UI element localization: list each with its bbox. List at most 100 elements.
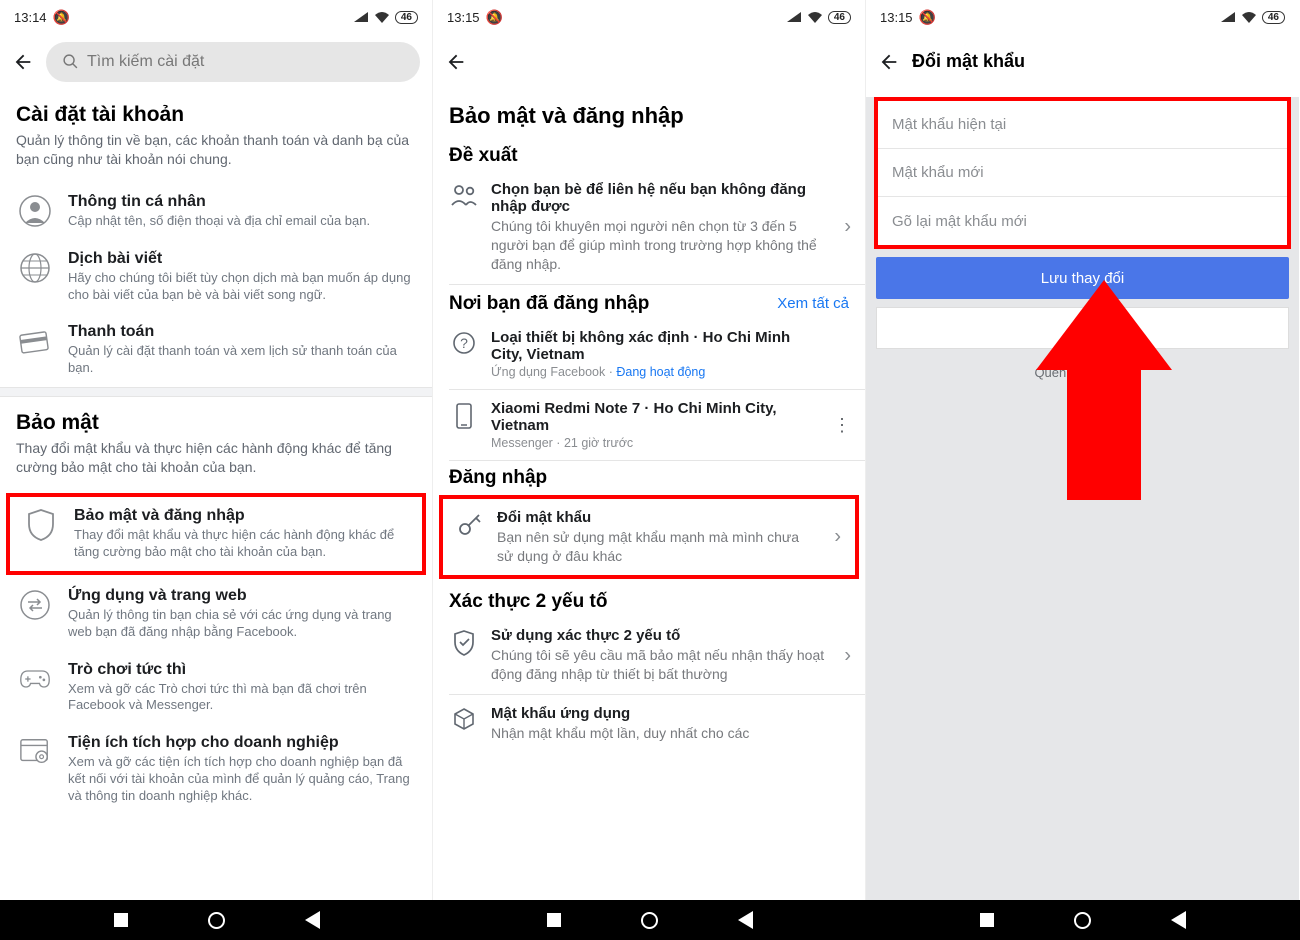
nav-recent-icon[interactable] <box>980 913 994 927</box>
signal-icon <box>1220 11 1236 23</box>
back-button[interactable] <box>878 51 900 73</box>
globe-icon <box>19 252 51 284</box>
section-title: Bảo mật <box>16 411 416 435</box>
item-translate[interactable]: Dịch bài viết Hãy cho chúng tôi biết tùy… <box>0 240 432 314</box>
status-bar: 13:14 🔕 46 <box>0 0 432 34</box>
person-icon <box>19 195 51 227</box>
item-instant-games[interactable]: Trò chơi tức thì Xem và gỡ các Trò chơi … <box>0 651 432 725</box>
svg-text:?: ? <box>460 335 468 351</box>
nav-back-icon[interactable] <box>738 911 753 929</box>
input-placeholder: Mật khẩu mới <box>892 164 984 181</box>
chevron-right-icon: › <box>844 216 851 239</box>
nav-recent-icon[interactable] <box>114 913 128 927</box>
back-button[interactable] <box>445 51 467 73</box>
search-placeholder: Tìm kiếm cài đặt <box>87 53 204 71</box>
see-all-link[interactable]: Xem tất cả <box>777 295 849 312</box>
cube-icon <box>449 705 479 731</box>
item-desc: Quản lý cài đặt thanh toán và xem lịch s… <box>68 343 416 377</box>
battery-indicator: 46 <box>1262 11 1285 24</box>
item-change-password[interactable]: Đổi mật khẩu Bạn nên sử dụng mật khẩu mạ… <box>443 499 855 576</box>
item-title: Ứng dụng và trang web <box>68 587 416 605</box>
more-options-icon[interactable]: ⋮ <box>833 422 851 428</box>
item-choose-friends[interactable]: Chọn bạn bè để liên hệ nếu bạn không đăn… <box>433 171 865 284</box>
search-settings[interactable]: Tìm kiếm cài đặt <box>46 42 420 82</box>
highlight-change-password: Đổi mật khẩu Bạn nên sử dụng mật khẩu mạ… <box>439 495 859 580</box>
nav-home-icon[interactable] <box>1074 912 1091 929</box>
item-title: Thanh toán <box>68 323 416 341</box>
item-title: Thông tin cá nhân <box>68 193 416 211</box>
item-desc: Nhận mật khẩu một lần, duy nhất cho các <box>491 724 825 743</box>
item-desc: Xem và gỡ các Trò chơi tức thì mà bạn đã… <box>68 681 416 715</box>
current-password-input[interactable]: Mật khẩu hiện tại <box>878 101 1287 149</box>
friends-icon <box>449 181 479 207</box>
chevron-right-icon: › <box>844 644 851 667</box>
nav-back-icon[interactable] <box>1171 911 1186 929</box>
device-xiaomi[interactable]: Xiaomi Redmi Note 7 · Ho Chi Minh City, … <box>433 390 865 460</box>
item-title: Tiện ích tích hợp cho doanh nghiệp <box>68 734 416 752</box>
swap-icon <box>19 589 51 621</box>
status-time: 13:15 <box>447 10 480 25</box>
status-time: 13:15 <box>880 10 913 25</box>
notification-off-icon: 🔕 <box>486 9 503 26</box>
highlight-security-login: Bảo mật và đăng nhập Thay đổi mật khẩu v… <box>6 493 426 575</box>
item-title: Sử dụng xác thực 2 yếu tố <box>491 627 825 644</box>
android-nav-bar <box>0 900 1300 940</box>
item-use-2fa[interactable]: Sử dụng xác thực 2 yếu tố Chúng tôi sẽ y… <box>433 617 865 694</box>
unknown-device-icon: ? <box>449 329 479 355</box>
section-login-title: Đăng nhập <box>433 461 865 493</box>
item-desc: Cập nhật tên, số điện thoại và địa chỉ e… <box>68 213 416 230</box>
section-devices-title: Nơi bạn đã đăng nhập <box>449 293 649 315</box>
item-business-integrations[interactable]: Tiện ích tích hợp cho doanh nghiệp Xem v… <box>0 724 432 815</box>
retype-password-input[interactable]: Gõ lại mật khẩu mới <box>878 197 1287 245</box>
page-title: Bảo mật và đăng nhập <box>433 89 865 139</box>
battery-indicator: 46 <box>828 11 851 24</box>
nav-recent-icon[interactable] <box>547 913 561 927</box>
status-bar: 13:15 🔕 46 <box>866 0 1299 34</box>
device-title: Xiaomi Redmi Note 7 · Ho Chi Minh City, … <box>491 400 825 434</box>
item-security-login[interactable]: Bảo mật và đăng nhập Thay đổi mật khẩu v… <box>10 497 422 571</box>
device-unknown[interactable]: ? Loại thiết bị không xác định · Ho Chi … <box>433 319 865 389</box>
signal-icon <box>786 11 802 23</box>
item-title: Bảo mật và đăng nhập <box>74 507 410 525</box>
screen-settings: 13:14 🔕 46 Tìm kiếm cài đặ <box>0 0 433 900</box>
item-app-password[interactable]: Mật khẩu ứng dụng Nhận mật khẩu một lần,… <box>433 695 865 753</box>
chevron-right-icon: › <box>834 526 841 549</box>
notification-off-icon: 🔕 <box>53 9 70 26</box>
battery-indicator: 46 <box>395 11 418 24</box>
nav-back-icon[interactable] <box>305 911 320 929</box>
header: Đổi mật khẩu <box>866 34 1299 89</box>
wifi-icon <box>807 11 823 24</box>
item-title: Trò chơi tức thì <box>68 661 416 679</box>
back-button[interactable] <box>12 51 34 73</box>
input-placeholder: Mật khẩu hiện tại <box>892 116 1006 133</box>
header <box>433 34 865 89</box>
section-divider <box>0 387 432 397</box>
item-desc: Thay đổi mật khẩu và thực hiện các hành … <box>74 527 410 561</box>
screen-change-password: 13:15 🔕 46 Đổi mật khẩu Mật khẩu hiện tạ… <box>866 0 1299 900</box>
item-desc: Quản lý thông tin bạn chia sẻ với các ứn… <box>68 607 416 641</box>
key-icon <box>455 509 485 537</box>
item-personal-info[interactable]: Thông tin cá nhân Cập nhật tên, số điện … <box>0 183 432 240</box>
device-meta: Messenger · 21 giờ trước <box>491 436 825 450</box>
nav-home-icon[interactable] <box>641 912 658 929</box>
item-title: Dịch bài viết <box>68 250 416 268</box>
item-desc: Chúng tôi sẽ yêu cầu mã bảo mật nếu nhận… <box>491 646 825 684</box>
new-password-input[interactable]: Mật khẩu mới <box>878 149 1287 197</box>
item-title: Đổi mật khẩu <box>497 509 819 526</box>
item-apps-websites[interactable]: Ứng dụng và trang web Quản lý thông tin … <box>0 577 432 651</box>
annotation-arrow <box>1036 280 1172 500</box>
device-title: Loại thiết bị không xác định · Ho Chi Mi… <box>491 329 825 363</box>
section-subtitle: Thay đổi mật khẩu và thực hiện các hành … <box>16 439 416 477</box>
item-payment[interactable]: Thanh toán Quản lý cài đặt thanh toán và… <box>0 313 432 387</box>
phone-icon <box>449 400 479 430</box>
account-section-header: Cài đặt tài khoản Quản lý thông tin về b… <box>0 89 432 183</box>
header: Tìm kiếm cài đặt <box>0 34 432 89</box>
item-title: Chọn bạn bè để liên hệ nếu bạn không đăn… <box>491 181 825 215</box>
page-title: Đổi mật khẩu <box>912 51 1025 72</box>
nav-home-icon[interactable] <box>208 912 225 929</box>
security-section-header: Bảo mật Thay đổi mật khẩu và thực hiện c… <box>0 397 432 491</box>
status-bar: 13:15 🔕 46 <box>433 0 865 34</box>
browser-gear-icon <box>19 736 51 768</box>
section-suggestion-title: Đề xuất <box>433 139 865 171</box>
section-subtitle: Quản lý thông tin về bạn, các khoản than… <box>16 131 416 169</box>
